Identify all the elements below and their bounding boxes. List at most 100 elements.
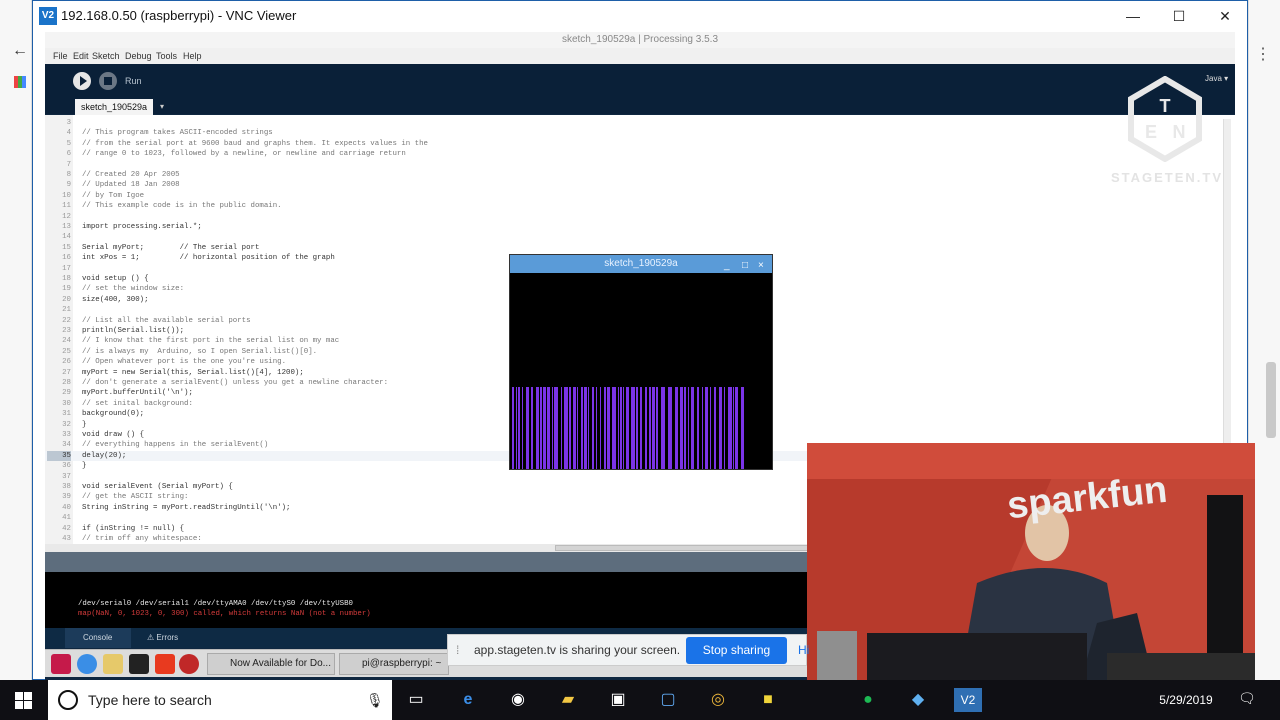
back-arrow-icon[interactable]: ← [12,42,28,60]
code-text: background(0); [82,410,145,419]
window-app-icon[interactable]: ▢ [656,688,680,712]
graph-bar [540,387,542,469]
menu-tools[interactable]: Tools [156,51,177,61]
drag-handle-icon[interactable]: ⁞ [456,643,459,657]
task-chromium[interactable]: Now Available for Do... [207,653,335,675]
notification-icon[interactable]: 🗨 [1238,690,1256,707]
vnc-titlebar[interactable]: V2 192.168.0.50 (raspberrypi) - VNC View… [33,1,1247,31]
maximize-button[interactable]: ☐ [1156,1,1202,31]
file-explorer-icon[interactable]: ▰ [556,688,580,712]
code-line: 14 [45,232,1215,242]
tab-menu-arrow-icon[interactable]: ▾ [155,99,169,115]
graph-bar [626,387,629,469]
stop-button[interactable] [99,72,117,90]
processing-toolbar [45,64,1235,114]
graph-bar [522,387,523,469]
tab-console[interactable]: Console [65,628,131,648]
app-icon[interactable]: ◉ [506,688,530,712]
code-text: import processing.serial.*; [82,223,202,231]
line-number: 40 [62,503,71,512]
sticky-notes-icon[interactable]: ■ [756,688,780,712]
store-icon[interactable]: ▣ [606,688,630,712]
chrome-icon[interactable]: ◎ [706,688,730,712]
graph-bar [623,387,624,469]
graph-bar [543,387,546,469]
tab-sketch[interactable]: sketch_190529a [75,99,153,115]
raspberry-menu-icon[interactable] [51,654,71,674]
graph-bar [581,387,583,469]
line-number: 6 [66,150,71,159]
line-number: 25 [62,347,71,356]
graph-bar [688,387,689,469]
close-button[interactable]: ✕ [1202,1,1248,31]
file-manager-icon[interactable] [103,654,123,674]
math-icon[interactable] [155,654,175,674]
code-text: // List all the available serial ports [82,316,251,325]
tab-errors-label: Errors [156,633,179,642]
graph-bar [652,387,655,469]
graph-bar [536,387,539,469]
apps-grid-icon[interactable] [14,76,26,88]
code-text: } [82,420,87,429]
spotify-icon[interactable]: ● [856,688,880,712]
terminal-icon[interactable] [129,654,149,674]
microphone-icon[interactable]: 🎙 [366,692,384,709]
graph-bar [636,387,638,469]
app-blue-icon[interactable]: ◆ [906,688,930,712]
menu-sketch[interactable]: Sketch [92,51,120,61]
code-text: // Open whatever port is the one you're … [82,358,287,367]
line-number: 14 [62,233,71,242]
edge-icon[interactable]: e [456,688,480,712]
code-text: delay(20); [82,451,127,460]
sketch-window[interactable]: sketch_190529a _ □ × [509,254,773,470]
menu-help[interactable]: Help [183,51,202,61]
graph-bar [668,387,672,469]
browser-icon[interactable] [77,654,97,674]
graph-bar [531,387,533,469]
minimize-button[interactable]: — [1110,1,1156,31]
code-line: 12 [45,212,1215,222]
line-number: 31 [62,410,71,419]
vnc-viewer-taskbar-icon[interactable]: V2 [954,688,982,712]
code-text: // don't generate a serialEvent() unless… [82,379,389,387]
menu-file[interactable]: File [53,51,68,61]
task-terminal[interactable]: pi@raspberrypi: ~ [339,653,449,675]
code-text: // set inital background: [82,399,193,408]
line-number: 32 [62,420,71,429]
graph-bar [552,387,553,469]
code-text: Serial myPort; // The serial port [82,243,260,252]
processing-titlebar[interactable]: sketch_190529a | Processing 3.5.3 [45,32,1235,48]
code-line: 4 // This program takes ASCII-encoded str… [45,128,1215,138]
graph-bar [680,387,683,469]
browser-scrollbar-thumb[interactable] [1266,362,1276,438]
line-number: 42 [62,524,71,533]
line-number: 28 [62,379,71,387]
code-text: void serialEvent (Serial myPort) { [82,483,233,491]
line-number: 4 [66,129,71,138]
code-text: // everything happens in the serialEvent… [82,441,269,450]
menu-edit[interactable]: Edit [73,51,89,61]
taskbar-search[interactable]: Type here to search 🎙 [48,680,392,720]
line-number: 19 [62,285,71,294]
code-text: // This program takes ASCII-encoded stri… [82,129,273,138]
menu-debug[interactable]: Debug [125,51,152,61]
run-label: Run [125,76,142,86]
line-number: 8 [66,171,71,179]
run-button[interactable] [73,72,91,90]
sketch-titlebar[interactable]: sketch_190529a _ □ × [510,255,772,273]
stop-sharing-button[interactable]: Stop sharing [686,637,787,664]
more-menu-icon[interactable]: ⋮ [1255,44,1271,64]
task-view-icon[interactable]: ▭ [404,688,428,712]
graph-bar [607,387,610,469]
hide-button[interactable]: Hi [798,643,809,657]
graph-bar [649,387,651,469]
line-number: 38 [62,483,71,491]
tab-console-label: Console [83,633,113,642]
mode-selector[interactable]: Java ▾ [1205,74,1231,88]
wolfram-icon[interactable] [179,654,199,674]
graph-bar [554,387,558,469]
tab-errors[interactable]: ⚠ Errors [147,633,178,642]
line-number: 18 [62,275,71,283]
graph-bar [526,387,529,469]
windows-start-icon[interactable] [15,692,32,709]
